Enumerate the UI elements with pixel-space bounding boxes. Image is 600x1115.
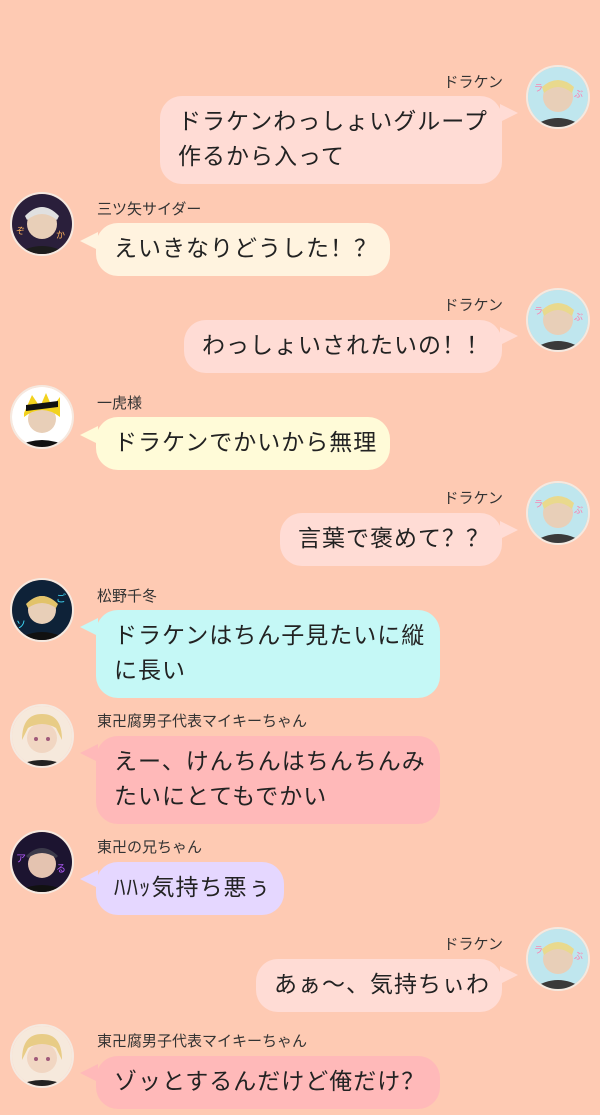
svg-text:ラ: ラ [534, 306, 543, 317]
sender-name: 一虎様 [97, 394, 143, 412]
avatar-kazutora[interactable] [10, 385, 74, 449]
sender-name: 東卍腐男子代表マイキーちゃん [97, 1032, 308, 1050]
message-bubble: ドラケンわっしょいグループ 作るから入って [160, 96, 502, 184]
sender-name: ドラケン [443, 296, 503, 314]
message-bubble: えー、けんちんはちんちんみ たいにとてもでかい [96, 736, 440, 824]
sender-name: 東卍の兄ちゃん [97, 838, 203, 856]
sender-name: ドラケン [443, 489, 503, 507]
bubble-tail [500, 966, 518, 984]
svg-text:ぶ: ぶ [574, 951, 583, 962]
avatar-mitsuya[interactable]: ぞか [10, 192, 74, 256]
avatar-mikey[interactable] [10, 704, 74, 768]
svg-text:ぶ: ぶ [574, 89, 583, 100]
sender-name: 三ツ矢サイダー [97, 200, 202, 218]
svg-text:ぞ: ぞ [16, 226, 25, 237]
avatar-draken[interactable]: ラぶ [526, 288, 590, 352]
bubble-tail [500, 327, 518, 345]
message-bubble: あぁ〜、気持ちぃわ [256, 959, 502, 1012]
svg-text:る: る [56, 863, 66, 875]
bubble-tail [500, 521, 518, 539]
message-bubble: ﾊﾊｯ気持ち悪ぅ [96, 862, 284, 915]
avatar-mikey[interactable] [10, 1024, 74, 1088]
message-bubble: ドラケンでかいから無理 [96, 417, 390, 470]
svg-text:ぶ: ぶ [574, 505, 583, 516]
svg-text:ソ: ソ [16, 620, 26, 631]
svg-text:ラ: ラ [534, 945, 543, 956]
sender-name: 東卍腐男子代表マイキーちゃん [97, 712, 308, 730]
avatar-hakkai[interactable]: アる [10, 830, 74, 894]
message-bubble: わっしょいされたいの！！ [184, 320, 502, 373]
svg-text:ご: ご [56, 592, 66, 605]
message-bubble: ドラケンはちん子見たいに縦 に長い [96, 610, 440, 698]
message-bubble: 言葉で褒めて？？ [280, 513, 502, 566]
svg-text:ラ: ラ [534, 499, 543, 510]
avatar-draken[interactable]: ラぶ [526, 65, 590, 129]
avatar-draken[interactable]: ラぶ [526, 927, 590, 991]
svg-text:ア: ア [16, 854, 26, 865]
sender-name: ドラケン [443, 73, 503, 91]
svg-text:ラ: ラ [534, 83, 543, 94]
avatar-chifuyu[interactable]: ソご [10, 578, 74, 642]
svg-text:か: か [56, 230, 65, 241]
message-bubble: えいきなりどうした！？ [96, 223, 390, 276]
sender-name: 松野千冬 [97, 587, 158, 605]
bubble-tail [500, 104, 518, 122]
message-bubble: ゾッとするんだけど俺だけ？ [96, 1056, 440, 1109]
svg-text:ぶ: ぶ [574, 312, 583, 323]
avatar-draken[interactable]: ラぶ [526, 481, 590, 545]
sender-name: ドラケン [443, 935, 503, 953]
